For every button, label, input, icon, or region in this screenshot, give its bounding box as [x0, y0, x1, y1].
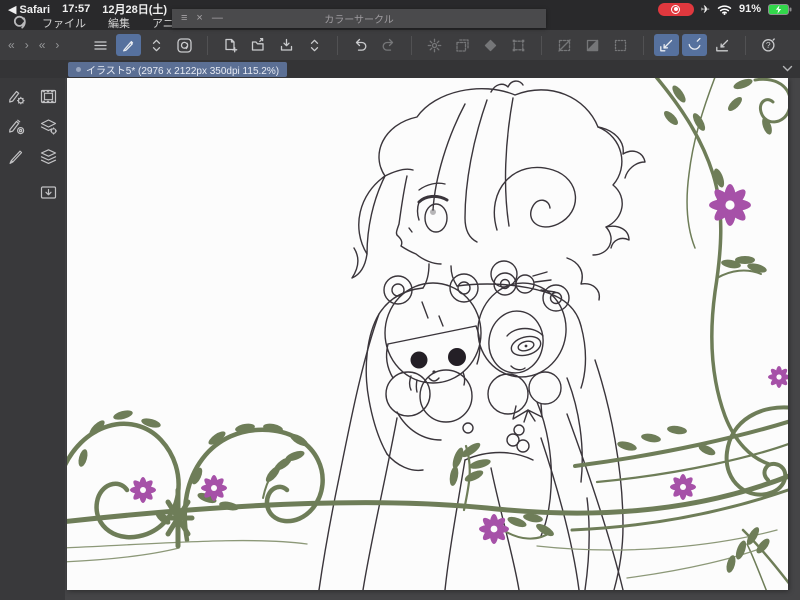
snap-to-curve-ruler-button[interactable]: [682, 34, 707, 56]
help-button[interactable]: ?: [756, 34, 781, 56]
subtool-pen-icon[interactable]: [3, 113, 29, 139]
document-tab[interactable]: イラスト5* (2976 x 2122px 350dpi 115.2%): [68, 61, 288, 77]
tab-modified-dot-icon: [76, 66, 81, 72]
import-folder-icon[interactable]: [35, 179, 61, 205]
battery-percent: 91%: [738, 3, 761, 15]
redo-button[interactable]: [376, 34, 401, 56]
canvas[interactable]: [67, 78, 788, 590]
snap-to-special-ruler-button[interactable]: [710, 34, 735, 56]
layers-icon[interactable]: [35, 143, 61, 169]
palette-dock-arrows: « › « ›: [0, 38, 88, 52]
artwork-illustration: [67, 78, 788, 590]
document-tab-bar: イラスト5* (2976 x 2122px 350dpi 115.2%): [0, 60, 800, 78]
brush-pencil-icon[interactable]: [3, 143, 29, 169]
new-canvas-button[interactable]: [218, 34, 243, 56]
menu-file[interactable]: ファイル: [42, 15, 86, 31]
open-file-button[interactable]: [246, 34, 271, 56]
snap-to-ruler-button[interactable]: [654, 34, 679, 56]
dock-collapse-left2-icon[interactable]: «: [39, 38, 46, 52]
palette-sidebar: [0, 78, 65, 600]
save-options-chevrons-button[interactable]: [302, 34, 327, 56]
undo-button[interactable]: [348, 34, 373, 56]
clip-studio-paint-window: ◀ Safari 17:57 12月28日(土) ✈ 91% ファイル 編集 ≡…: [0, 0, 800, 600]
document-tab-label: イラスト5* (2976 x 2122px 350dpi 115.2%): [86, 65, 280, 77]
transform-frame-button[interactable]: [506, 34, 531, 56]
tab-list-chevron-icon[interactable]: [782, 65, 793, 72]
timeline-film-icon[interactable]: [35, 83, 61, 109]
svg-text:?: ?: [766, 40, 771, 50]
menu-edit[interactable]: 編集: [108, 15, 130, 31]
command-bar: « › « › ?: [0, 30, 800, 61]
screen-recording-indicator-icon[interactable]: [657, 2, 694, 16]
invert-selection-button[interactable]: [580, 34, 605, 56]
canvas-viewport: [65, 78, 800, 600]
dock-collapse-left-icon[interactable]: «: [8, 38, 15, 52]
selection-stack-button[interactable]: [450, 34, 475, 56]
filter-sparkle-button[interactable]: [422, 34, 447, 56]
tool-switch-chevrons-button[interactable]: [144, 34, 169, 56]
status-time: 17:57: [62, 3, 91, 15]
deselect-button[interactable]: [552, 34, 577, 56]
color-circle-palette-titlebar[interactable]: ≡ × — カラーサークル: [172, 9, 546, 28]
save-button[interactable]: [274, 34, 299, 56]
dock-expand-left-icon[interactable]: ›: [25, 38, 29, 52]
wifi-icon: [717, 4, 732, 15]
tool-pen-gear-icon[interactable]: [3, 83, 29, 109]
battery-charging-icon: [768, 3, 792, 15]
palette-title: カラーサークル: [324, 15, 394, 26]
airplane-icon: ✈: [700, 3, 710, 16]
selection-border-button[interactable]: [608, 34, 633, 56]
layer-property-icon[interactable]: [35, 113, 61, 139]
dock-expand-left2-icon[interactable]: ›: [55, 38, 59, 52]
clip-studio-button[interactable]: [172, 34, 197, 56]
pen-edit-tool-button[interactable]: [116, 34, 141, 56]
fill-diamond-button[interactable]: [478, 34, 503, 56]
main-menu-button[interactable]: [88, 34, 113, 56]
